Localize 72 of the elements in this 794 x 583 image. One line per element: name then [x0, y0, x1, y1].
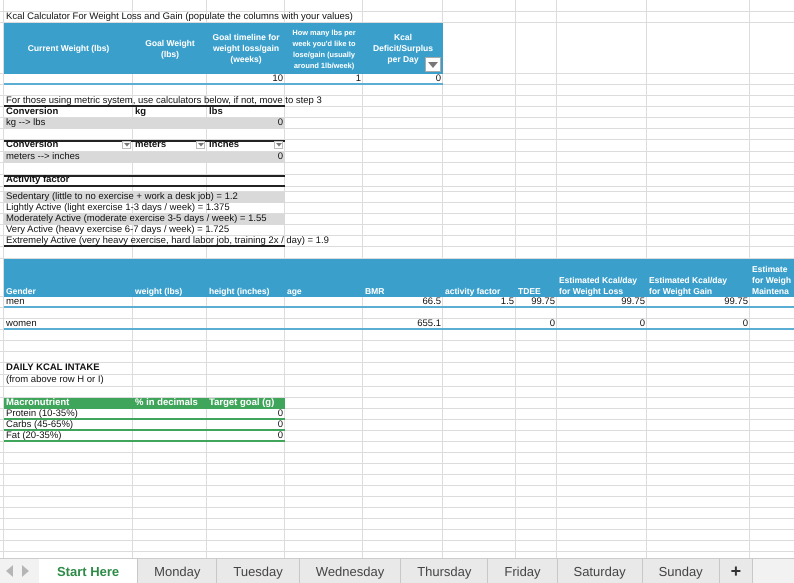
table-cell-text: 0	[276, 409, 284, 420]
column-header: Target goal (g)	[207, 398, 285, 409]
column-header: meters	[133, 140, 207, 152]
table-cell-text: 99.75	[723, 297, 749, 308]
table-cell-text: 99.75	[620, 297, 646, 308]
table-cell-text: men	[5, 297, 26, 308]
column-header: Kcal Deficit/Surplus per Day	[363, 23, 443, 74]
caret-icon	[124, 143, 130, 147]
caret-icon	[198, 143, 204, 147]
column-header: Estimated Kcal/day for Weight Loss	[557, 259, 647, 297]
column-header: Estimated Kcal/day for Weight Gain	[647, 259, 750, 297]
filter-dropdown-button[interactable]	[274, 141, 283, 149]
sheet-tab[interactable]: Monday	[138, 559, 218, 583]
table-cell-text: 0	[434, 74, 442, 85]
table-cell: 0	[207, 152, 285, 163]
sheet-tab[interactable]: Thursday	[401, 559, 488, 583]
table-cell-text: 0	[742, 319, 749, 330]
table-cell-text: 1.5	[500, 297, 515, 308]
table-cell-text: Carbs (45-65%)	[5, 420, 74, 431]
column-header: Goal timeline for weight loss/gain (weeks)	[207, 23, 285, 74]
column-header: weight (lbs)	[133, 259, 207, 297]
note-text: (from above row H or I)	[5, 375, 105, 387]
column-header: Conversion	[4, 140, 133, 152]
column-header: Current Weight (lbs)	[4, 23, 133, 74]
table-cell-text: Fat (20-35%)	[5, 431, 62, 442]
sheet-tab[interactable]: Sunday	[642, 559, 720, 583]
column-header: Estimate for Weigh Maintena	[750, 259, 794, 297]
add-sheet-button[interactable]: +	[720, 559, 754, 583]
column-header: Goal Weight (lbs)	[133, 23, 207, 74]
table-cell-text: 10	[271, 74, 284, 85]
column-header: Conversion	[5, 107, 60, 118]
column-header: TDEE	[516, 259, 557, 297]
table-cell-text: Protein (10-35%)	[5, 409, 79, 420]
section-heading: Activity factor	[5, 175, 70, 187]
activity-level-text: Very Active (heavy exercise 6-7 days / week) = 1.725	[5, 225, 230, 236]
sheet-tab[interactable]: Friday	[488, 559, 558, 583]
filter-dropdown-button[interactable]	[425, 57, 441, 72]
column-header: % in decimals	[133, 398, 207, 409]
sheet-tab[interactable]: Wednesday	[300, 559, 402, 583]
column-header: Gender	[4, 259, 133, 297]
table-cell-text: 0	[276, 420, 284, 431]
table-cell-text: 655.1	[416, 319, 442, 330]
column-header: age	[285, 259, 363, 297]
caret-icon	[428, 62, 438, 68]
table-cell-text: 0	[548, 319, 556, 330]
caret-icon	[276, 143, 282, 147]
table-cell: kg --> lbs	[4, 118, 207, 129]
activity-level-text: Extremely Active (very heavy exercise, hard labor job, training 2x / day) = 1.9	[5, 236, 330, 247]
activity-level-text: Lightly Active (light exercise 1-3 days / week) = 1.375	[5, 203, 231, 214]
table-cell-text: 0	[276, 431, 284, 442]
column-header: activity factor	[443, 259, 516, 297]
instruction-text: For those using metric system, use calculators below, if not, move to step 3	[5, 96, 323, 107]
table-cell: 0	[207, 118, 285, 129]
sheet-tab[interactable]: Tuesday	[217, 559, 300, 583]
filter-dropdown-button[interactable]	[196, 141, 205, 149]
column-header: height (inches)	[207, 259, 285, 297]
section-heading: DAILY KCAL INTAKE	[5, 363, 101, 375]
column-header: BMR	[363, 259, 443, 297]
table-cell-text: women	[5, 319, 38, 330]
table-cell-text: 66.5	[422, 297, 442, 308]
column-header: kg	[134, 107, 148, 118]
table-cell-text: 99.75	[530, 297, 556, 308]
table-cell: meters --> inches	[4, 152, 207, 163]
table-cell-text: 1	[354, 74, 362, 85]
column-header: lbs	[208, 107, 224, 118]
filter-dropdown-button[interactable]	[122, 141, 131, 149]
sheet-tab[interactable]: Saturday	[558, 559, 643, 583]
column-header: Macronutrient	[4, 398, 133, 409]
table-cell-text: 0	[638, 319, 646, 330]
column-header: inches	[207, 140, 285, 152]
sheet-title: Kcal Calculator For Weight Loss and Gain (populate the columns with your values)	[5, 12, 354, 23]
sheet-tab[interactable]: Start Here	[39, 559, 138, 583]
